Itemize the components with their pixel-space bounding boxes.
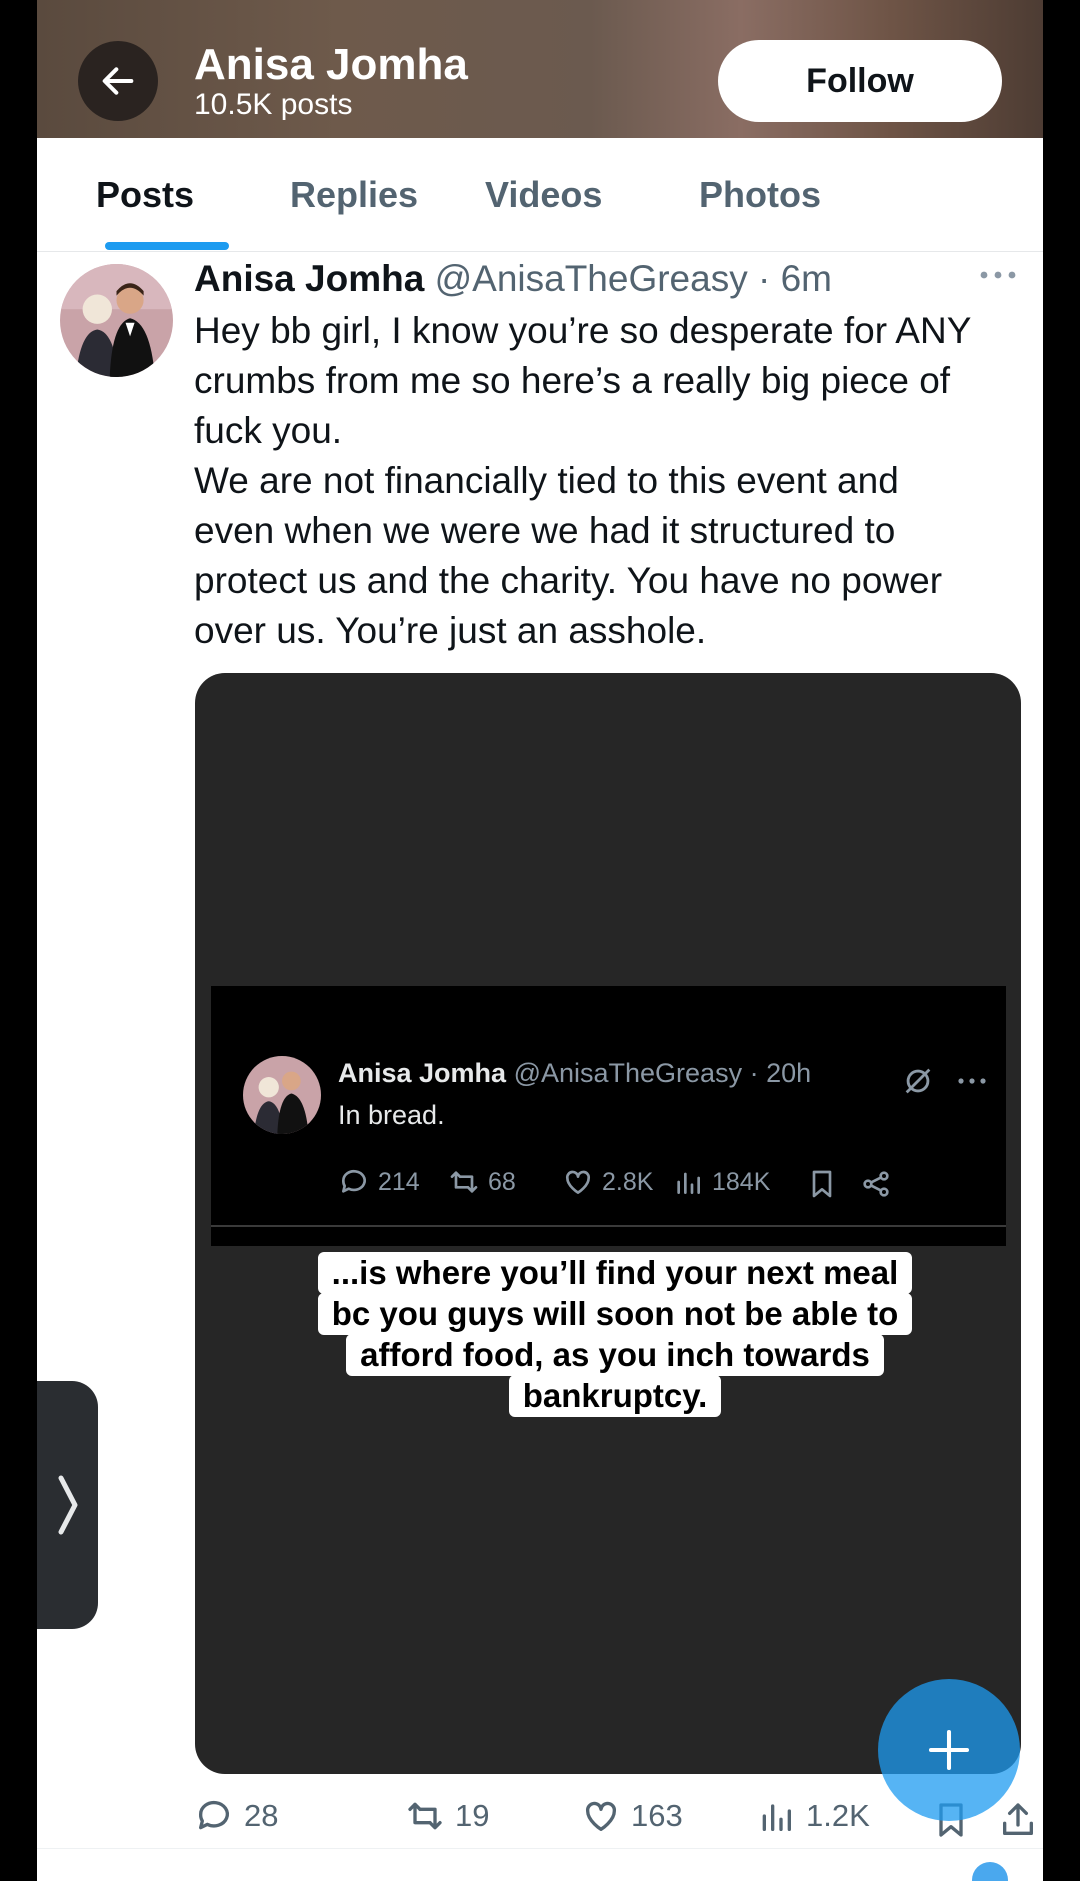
no-edit-icon <box>905 1068 931 1094</box>
tab-videos[interactable]: Videos <box>485 174 602 216</box>
post-text-line: even when we were we had it structured t… <box>194 510 896 551</box>
caption-line: afford food, as you inch towards <box>346 1334 884 1376</box>
embedded-like: 2.8K <box>562 1166 653 1198</box>
compose-button[interactable] <box>878 1679 1020 1821</box>
side-panel-handle[interactable] <box>37 1381 98 1629</box>
embedded-post-text: In bread. <box>338 1100 445 1130</box>
like-button[interactable]: 163 <box>581 1796 683 1836</box>
tab-photos[interactable]: Photos <box>699 174 821 216</box>
post-text-line: We are not financially tied to this even… <box>194 460 899 501</box>
caption-line: ...is where you’ll find your next meal <box>317 1252 913 1294</box>
embedded-like-count: 2.8K <box>602 1167 654 1196</box>
post-header: Anisa Jomha @AnisaTheGreasy · 6m <box>194 258 832 300</box>
app-window: Anisa Jomha 10.5K posts Follow Posts Rep… <box>37 0 1043 1881</box>
embedded-author-name: Anisa Jomha <box>338 1058 507 1088</box>
views-icon <box>762 1804 791 1831</box>
repost-icon <box>408 1802 442 1830</box>
reply-button[interactable]: 28 <box>194 1796 278 1836</box>
caption-line: bankruptcy. <box>508 1375 722 1417</box>
repost-count: 19 <box>455 1798 490 1833</box>
post-text-line: protect us and the charity. You have no … <box>194 560 943 601</box>
post-separator: · <box>747 258 781 299</box>
tab-posts[interactable]: Posts <box>96 174 194 216</box>
embedded-repost-count: 68 <box>488 1167 516 1196</box>
repost-icon <box>450 1171 478 1193</box>
post-text-line: crumbs from me so here’s a really big pi… <box>194 360 951 401</box>
divider <box>211 1225 1006 1227</box>
more-icon <box>958 1078 986 1084</box>
embedded-time: 20h <box>766 1058 812 1088</box>
embedded-handle: @AnisaTheGreasy <box>513 1058 743 1088</box>
back-button[interactable] <box>78 41 158 121</box>
post-handle[interactable]: @AnisaTheGreasy <box>435 258 748 299</box>
embedded-views: 184K <box>672 1166 770 1198</box>
reply-icon <box>198 1800 229 1830</box>
back-arrow-icon <box>102 67 134 95</box>
active-tab-indicator <box>105 242 229 250</box>
post-text-line: Hey bb girl, I know you’re so desperate … <box>194 310 972 351</box>
like-count: 163 <box>631 1798 683 1833</box>
profile-tabs: Posts Replies Videos Photos <box>37 138 1043 252</box>
chevron-right-icon <box>58 1475 77 1535</box>
bottom-navigation <box>37 1848 1043 1881</box>
bookmark-icon <box>812 1170 832 1198</box>
embedded-view-count: 184K <box>712 1167 771 1196</box>
post-text-line: fuck you. <box>194 410 343 451</box>
views-icon <box>677 1172 700 1194</box>
like-icon <box>585 1801 617 1831</box>
posts-count: 10.5K posts <box>194 88 353 121</box>
profile-name: Anisa Jomha <box>194 40 468 89</box>
profile-header: Anisa Jomha 10.5K posts Follow <box>37 0 1043 138</box>
embedded-reply-count: 214 <box>378 1167 420 1196</box>
share-icon[interactable] <box>998 1800 1038 1840</box>
like-icon <box>565 1170 591 1194</box>
post-text-line: over us. You’re just an asshole. <box>194 610 707 651</box>
caption-line: bc you guys will soon not be able to <box>317 1293 913 1335</box>
repost-button[interactable]: 19 <box>405 1796 489 1836</box>
avatar[interactable] <box>60 264 173 377</box>
media-caption: ...is where you’ll find your next meal b… <box>295 1252 935 1417</box>
post-author-name[interactable]: Anisa Jomha <box>194 258 424 299</box>
post-text: Hey bb girl, I know you’re so desperate … <box>194 306 1024 656</box>
reply-count: 28 <box>244 1798 279 1833</box>
reply-icon <box>341 1169 366 1193</box>
post-media[interactable]: Anisa Jomha @AnisaTheGreasy · 20h In bre… <box>195 673 1021 1774</box>
compose-plus-icon <box>928 1729 970 1771</box>
share-icon <box>863 1171 889 1197</box>
embedded-post-header: Anisa Jomha @AnisaTheGreasy · 20h <box>338 1058 812 1088</box>
more-icon[interactable] <box>979 268 1017 282</box>
post-time[interactable]: 6m <box>781 258 832 299</box>
tab-replies[interactable]: Replies <box>290 174 418 216</box>
view-count: 1.2K <box>806 1798 870 1833</box>
screen-frame: Anisa Jomha 10.5K posts Follow Posts Rep… <box>0 0 1080 1881</box>
follow-button[interactable]: Follow <box>718 40 1002 122</box>
views-button[interactable]: 1.2K <box>756 1796 870 1836</box>
embedded-avatar <box>243 1056 321 1134</box>
embedded-repost: 68 <box>448 1166 516 1198</box>
embedded-post-screenshot: Anisa Jomha @AnisaTheGreasy · 20h In bre… <box>211 986 1006 1246</box>
embedded-action-bar: 214 68 2.8K 184K <box>338 1166 998 1206</box>
embedded-reply: 214 <box>338 1166 420 1198</box>
